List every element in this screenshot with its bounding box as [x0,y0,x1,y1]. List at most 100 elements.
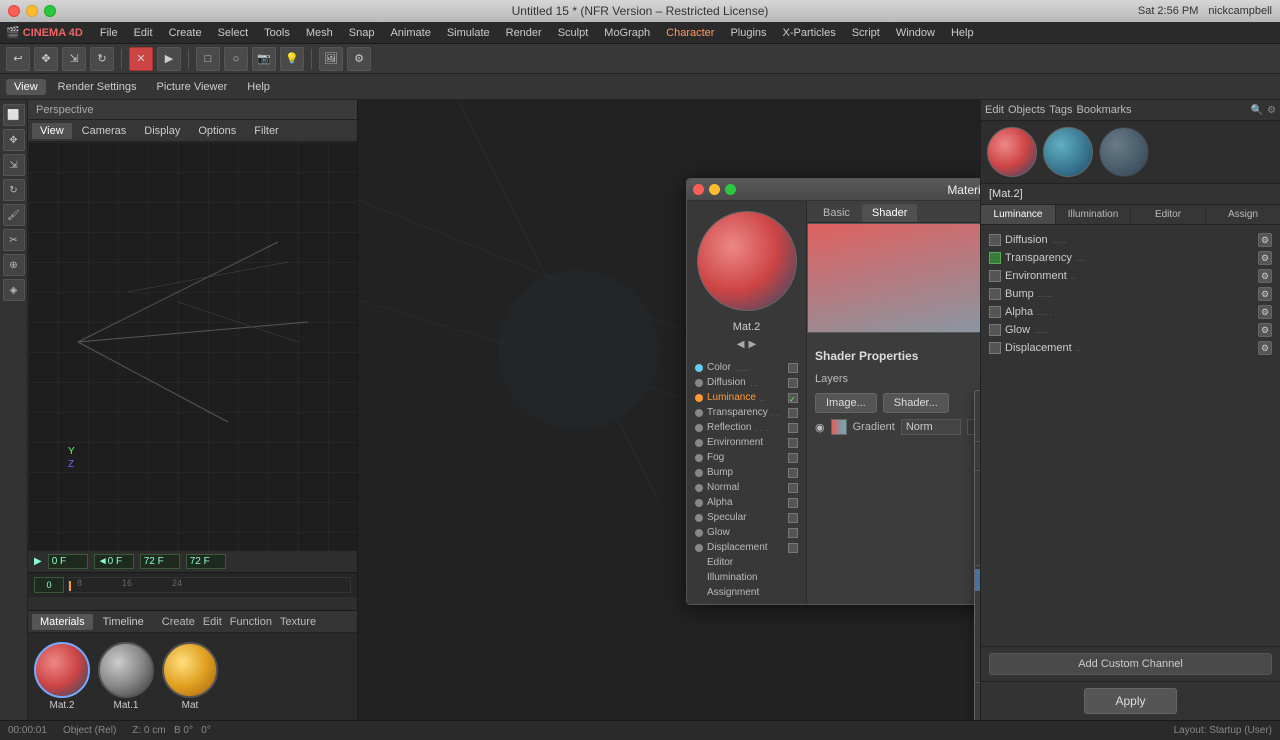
vtab-options[interactable]: Options [190,123,244,139]
move-btn[interactable]: ✥ [34,47,58,71]
rp-disp-check[interactable] [989,342,1001,354]
rp-trans-btn[interactable]: ⚙ [1258,251,1272,265]
ctx-color[interactable]: Color [975,474,980,496]
image-btn[interactable]: Image... [815,393,877,413]
mat-function[interactable]: Function [230,616,272,628]
rp-search-icon[interactable]: 🔍 [1251,105,1263,116]
rp-mat4-prev[interactable] [1099,127,1149,177]
nav-right[interactable]: ▶ [749,339,757,350]
menu-animate[interactable]: Animate [383,25,437,41]
ctx-fresnel[interactable]: Fresnel [975,496,980,518]
rp-settings-icon[interactable]: ⚙ [1267,105,1276,116]
help-tab[interactable]: Help [239,79,278,95]
magnet-icon[interactable]: ⊕ [3,254,25,276]
picture-viewer-tab[interactable]: Picture Viewer [149,79,236,95]
ctx-bitmaps[interactable]: Bitmaps ▶ [975,445,980,467]
mat-item-mat2[interactable]: Mat.2 [34,642,90,711]
rp-stab-luminance[interactable]: Luminance [981,205,1056,224]
rp-ch-bump[interactable]: Bump . . . . . ⚙ [989,285,1272,303]
prop-normal[interactable]: Normal [691,480,802,495]
prop-environment[interactable]: Environment [691,435,802,450]
me-expand-btn[interactable] [725,184,736,195]
ctx-effects[interactable]: Effects ▶ [975,686,980,708]
menu-sculpt[interactable]: Sculpt [551,25,596,41]
ctx-layer[interactable]: Layer [975,635,980,657]
rp-glow-check[interactable] [989,324,1001,336]
prop-color-check[interactable] [788,363,798,373]
mat-create[interactable]: Create [162,616,195,628]
me-close-btn[interactable] [693,184,704,195]
prop-assignment[interactable]: Assignment [691,585,802,600]
knife-icon[interactable]: ✂ [3,229,25,251]
render-settings-btn[interactable]: ⚙ [347,47,371,71]
prop-fog-check[interactable] [788,453,798,463]
paint-icon[interactable]: ◈ [3,279,25,301]
rotate-icon[interactable]: ↻ [3,179,25,201]
render-settings-tab[interactable]: Render Settings [50,79,145,95]
materials-tab[interactable]: Materials [32,614,93,630]
rp-tags-tab[interactable]: Tags [1049,104,1072,116]
rp-diff-check[interactable] [989,234,1001,246]
move-icon[interactable]: ✥ [3,129,25,151]
rp-alpha-check[interactable] [989,306,1001,318]
ctx-colorize[interactable]: Colorize [975,569,980,591]
nav-left[interactable]: ◀ [737,339,745,350]
ctx-filter[interactable]: Filter [975,591,980,613]
prop-bump-check[interactable] [788,468,798,478]
mat-item-mat1[interactable]: Mat.1 [98,642,154,711]
vtab-filter[interactable]: Filter [246,123,286,139]
rp-env-btn[interactable]: ⚙ [1258,269,1272,283]
menu-snap[interactable]: Snap [342,25,382,41]
rp-stab-assign[interactable]: Assign [1206,205,1280,224]
prop-norm-check[interactable] [788,483,798,493]
ctx-posterizer[interactable]: Posterizer [975,657,980,679]
play-btn[interactable]: ▶ [157,47,181,71]
ctx-save-preset[interactable]: Save Preset... [975,416,980,438]
apply-btn[interactable]: Apply [1084,688,1176,714]
rp-ch-diffusion[interactable]: Diffusion . . . . . ⚙ [989,231,1272,249]
menu-edit[interactable]: Edit [127,25,160,41]
prop-lum-check[interactable] [788,393,798,403]
prop-spec-check[interactable] [788,513,798,523]
select-icon[interactable]: ⬜ [3,104,25,126]
vtab-cameras[interactable]: Cameras [74,123,135,139]
scale-icon[interactable]: ⇲ [3,154,25,176]
rp-objects-tab[interactable]: Objects [1008,104,1045,116]
menu-select[interactable]: Select [211,25,256,41]
menu-plugins[interactable]: Plugins [723,25,773,41]
prop-trans-check[interactable] [788,408,798,418]
prop-diffusion[interactable]: Diffusion . . . [691,375,802,390]
rp-stab-illumination[interactable]: Illumination [1056,205,1131,224]
gradient-type-input[interactable] [901,419,961,435]
stop-btn[interactable]: ✕ [129,47,153,71]
offset-input[interactable] [94,554,134,569]
object-btn[interactable]: □ [196,47,220,71]
menu-xparticles[interactable]: X-Particles [776,25,843,41]
prop-refl-check[interactable] [788,423,798,433]
menu-window[interactable]: Window [889,25,942,41]
menu-file[interactable]: File [93,25,125,41]
me-tab-shader[interactable]: Shader [862,204,917,222]
prop-specular[interactable]: Specular [691,510,802,525]
scale-btn[interactable]: ⇲ [62,47,86,71]
prop-color[interactable]: Color . . . . . [691,360,802,375]
menu-tools[interactable]: Tools [257,25,297,41]
prop-glow[interactable]: Glow [691,525,802,540]
rp-mat2-prev[interactable] [987,127,1037,177]
mat-edit[interactable]: Edit [203,616,222,628]
menu-mograph[interactable]: MoGraph [597,25,657,41]
rp-disp-btn[interactable]: ⚙ [1258,341,1272,355]
gradient-swatch[interactable] [831,419,847,435]
menu-render[interactable]: Render [499,25,549,41]
mat-item-mat[interactable]: Mat [162,642,218,711]
frame-input[interactable] [48,554,88,569]
rp-ch-displacement[interactable]: Displacement . . ⚙ [989,339,1272,357]
prop-disp-check[interactable] [788,543,798,553]
camera-btn[interactable]: 📷 [252,47,276,71]
rotate-btn[interactable]: ↻ [90,47,114,71]
menu-character[interactable]: Character [659,25,721,41]
rp-mat3-prev[interactable] [1043,127,1093,177]
menu-create[interactable]: Create [162,25,209,41]
prop-bump[interactable]: Bump [691,465,802,480]
view-tab[interactable]: View [6,79,46,95]
